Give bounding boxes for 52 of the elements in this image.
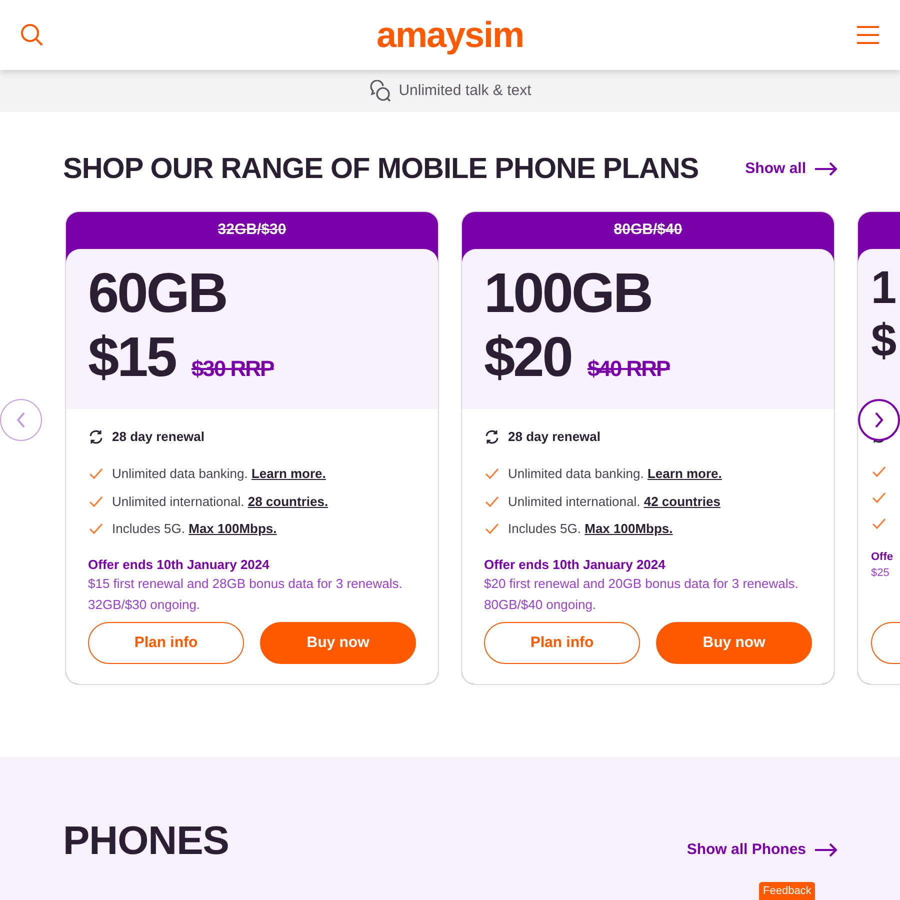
old-plan: 32GB/$30 (218, 220, 286, 240)
data-amount: 100GB (484, 260, 652, 326)
price: $20 (484, 325, 572, 390)
offer-title: Offer ends 10th January 2024 (88, 556, 270, 574)
chat-icon (368, 80, 391, 102)
arrow-right-icon (814, 843, 838, 858)
feature-text: Unlimited international. 28 countries. (112, 492, 328, 511)
rrp-price: $30 RRP (191, 355, 274, 384)
feature-link[interactable]: Learn more. (647, 466, 722, 482)
renewal-text: 28 day renewal (112, 428, 204, 446)
banner-text: Unlimited talk & text (398, 80, 532, 101)
refresh-icon (88, 428, 104, 445)
refresh-icon (484, 428, 500, 445)
check-icon (871, 464, 887, 480)
feature-link[interactable]: Learn more. (251, 466, 326, 482)
renewal-text: 28 day renewal (508, 428, 600, 446)
offer-text: $25 (871, 566, 890, 582)
feature-link[interactable]: 28 countries. (248, 494, 328, 509)
feature-text: Unlimited data banking. Learn more. (112, 465, 326, 484)
menu-icon (856, 24, 880, 45)
check-icon (484, 494, 500, 510)
price: $15 (88, 325, 176, 390)
feature-text: Unlimited data banking. Learn more. (508, 465, 722, 484)
feature-link[interactable]: Max 100Mbps. (584, 521, 673, 536)
offer-title: Offer ends 10th January 2024 (484, 556, 666, 574)
check-icon (871, 516, 887, 532)
feature-link[interactable]: 42 countries (644, 494, 720, 509)
section-title: PHONES (63, 818, 229, 865)
offer-text: $15 first renewal and 28GB bonus data for 3 renewals. 32GB/$30 ongoing. (88, 575, 404, 614)
feature-text: Unlimited international. 42 countries (508, 492, 720, 511)
old-plan: 80GB/$40 (614, 220, 682, 240)
chevron-right-icon (873, 411, 885, 429)
show-all-phones-link[interactable]: Show all Phones (686, 839, 838, 862)
check-icon (871, 490, 887, 506)
arrow-right-icon (814, 162, 838, 176)
section-title: SHOP OUR RANGE OF MOBILE PHONE PLANS (63, 152, 699, 187)
check-icon (88, 494, 104, 510)
feature-text: Includes 5G. Max 100Mbps. (112, 520, 277, 538)
previous-button[interactable] (0, 399, 42, 441)
price: $ (871, 314, 895, 367)
offer-title: Offe (871, 550, 894, 565)
menu-button[interactable] (856, 23, 880, 47)
rrp-price: $40 RRP (587, 355, 670, 384)
offer-text: $20 first renewal and 20GB bonus data for 3 renewals. 80GB/$40 ongoing. (484, 575, 800, 614)
feature-text: Includes 5G. Max 100Mbps. (508, 520, 673, 538)
data-amount: 60GB (88, 260, 228, 326)
search-icon (20, 22, 44, 47)
search-button[interactable] (20, 22, 44, 48)
feature-link[interactable]: Max 100Mbps. (188, 521, 277, 536)
chevron-left-icon (15, 411, 27, 429)
show-all-link[interactable]: Show all (745, 158, 838, 181)
data-amount: 1 (871, 260, 896, 314)
